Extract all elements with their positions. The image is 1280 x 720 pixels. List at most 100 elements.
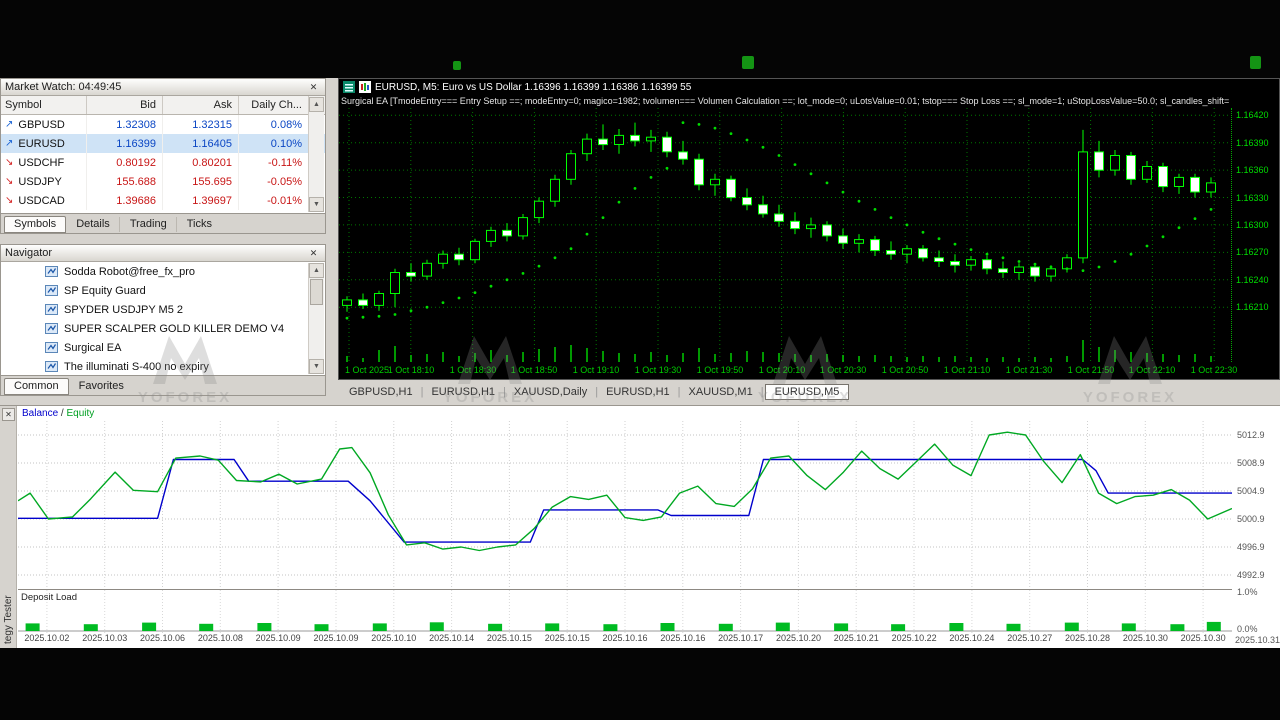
logo-mark-icon — [453, 61, 461, 70]
market-watch-titlebar[interactable]: Market Watch: 04:49:45 ✕ — [1, 79, 325, 96]
time-tick-label: 1 Oct 20:10 — [758, 365, 806, 375]
balance-equity-chart[interactable] — [17, 421, 1233, 589]
expert-advisor-icon — [45, 304, 58, 315]
deposit-tick-label: 0.0% — [1237, 624, 1258, 634]
chart-icon — [359, 81, 371, 93]
tester-date-label: 2025.10.20 — [775, 633, 821, 643]
symbol-name: GBPUSD — [18, 118, 65, 131]
tester-value-axis: 5012.9 5008.9 5004.9 5000.9 4996.9 4992.9 1.0%… — [1233, 406, 1280, 648]
market-watch-row-usdjpy[interactable]: ↘ USDJPY 155.688 155.695 -0.05% — [1, 172, 325, 191]
ea-parameters-line: Surgical EA [TmodeEntry=== Entry Setup =… — [341, 96, 1230, 106]
deposit-tick-label: 1.0% — [1237, 587, 1258, 597]
tab-trading[interactable]: Trading — [121, 216, 177, 232]
chart-tab-4-xauusd-m1[interactable]: XAUUSD,M1 — [682, 385, 760, 399]
scrollbar-thumb[interactable] — [310, 279, 323, 305]
ask-value: 1.16405 — [163, 134, 239, 153]
price-tick-label: 1.16360 — [1236, 165, 1269, 175]
navigator-item-spyder-usdjpy-m5-2[interactable]: SPYDER USDJPY M5 2 — [1, 300, 325, 319]
price-tick-label: 1.16210 — [1236, 302, 1269, 312]
market-watch-row-eurusd[interactable]: ↗ EURUSD 1.16399 1.16405 0.10% — [1, 134, 325, 153]
time-tick-label: 1 Oct 20:30 — [819, 365, 867, 375]
tester-date-label: 2025.10.02 — [24, 633, 70, 643]
time-tick-label: 1 Oct 19:10 — [572, 365, 620, 375]
deposit-load-chart[interactable]: Deposit Load — [18, 589, 1232, 634]
time-tick-label: 1 Oct 21:30 — [1005, 365, 1053, 375]
price-scale[interactable]: 1.16420 1.16390 1.16360 1.16330 1.16300 1.162… — [1231, 108, 1279, 362]
chart-tab-5-eurusd-m5[interactable]: EURUSD,M5 — [764, 384, 850, 400]
column-header-ask[interactable]: Ask — [163, 96, 239, 114]
tester-value-label: 5000.9 — [1237, 514, 1265, 524]
time-tick-label: 1 Oct 18:30 — [449, 365, 497, 375]
chart-tab-0-gbpusd-h1[interactable]: GBPUSD,H1 — [342, 385, 420, 399]
tester-date-label: 2025.10.24 — [949, 633, 995, 643]
column-header-bid[interactable]: Bid — [87, 96, 163, 114]
scroll-up-icon[interactable]: ▲ — [309, 97, 324, 112]
time-tick-label: 1 Oct 18:10 — [387, 365, 435, 375]
ask-value: 0.80201 — [163, 153, 239, 172]
bid-value: 1.32308 — [87, 115, 163, 134]
scroll-down-icon[interactable]: ▼ — [309, 197, 324, 212]
symbol-name: EURUSD — [18, 137, 65, 150]
navigator-item-sodda-robot-free-fx-pro[interactable]: Sodda Robot@free_fx_pro — [1, 262, 325, 281]
navigator-item-super-scalper-gold-killer-demo-v4[interactable]: SUPER SCALPER GOLD KILLER DEMO V4 — [1, 319, 325, 338]
market-watch-row-usdchf[interactable]: ↘ USDCHF 0.80192 0.80201 -0.11% — [1, 153, 325, 172]
close-icon[interactable]: ✕ — [306, 247, 321, 260]
tester-date-label: 2025.10.09 — [255, 633, 301, 643]
application-window: Market Watch: 04:49:45 ✕ Symbol Bid Ask … — [0, 0, 1280, 720]
up-arrow-icon: ↗ — [5, 138, 14, 149]
column-header-change[interactable]: Daily Ch... — [239, 96, 309, 114]
price-tick-label: 1.16270 — [1236, 247, 1269, 257]
column-header-symbol[interactable]: Symbol — [1, 96, 87, 114]
candlestick-chart[interactable] — [339, 108, 1231, 362]
close-icon[interactable]: ✕ — [306, 81, 321, 94]
market-watch-row-usdcad[interactable]: ↘ USDCAD 1.39686 1.39697 -0.01% — [1, 191, 325, 210]
tester-date-label: 2025.10.21 — [833, 633, 879, 643]
chart-tab-1-eurusd-h1[interactable]: EURUSD,H1 — [424, 385, 502, 399]
navigator-title: Navigator — [5, 247, 53, 259]
tester-date-label: 2025.10.30 — [1122, 633, 1168, 643]
market-watch-scrollbar[interactable]: ▲ ▼ — [308, 97, 324, 212]
navigator-titlebar[interactable]: Navigator ✕ — [1, 245, 325, 262]
tab-favorites[interactable]: Favorites — [70, 379, 133, 394]
down-arrow-icon: ↘ — [5, 195, 14, 206]
symbol-name: USDJPY — [18, 175, 62, 188]
time-axis[interactable]: 1 Oct 2025 1 Oct 18:10 1 Oct 18:30 1 Oct 18… — [339, 362, 1237, 379]
ask-value: 1.32315 — [163, 115, 239, 134]
tab-common[interactable]: Common — [4, 377, 69, 395]
strategy-tester-panel: ✕ tegy Tester Balance / Equity 5012.9 500… — [0, 405, 1280, 648]
tester-value-label: 5004.9 — [1237, 486, 1265, 496]
market-watch-row-gbpusd[interactable]: ↗ GBPUSD 1.32308 1.32315 0.08% — [1, 115, 325, 134]
navigator-scrollbar[interactable]: ▲ ▼ — [308, 263, 324, 374]
navigator-item-label: Surgical EA — [64, 341, 122, 354]
ask-value: 1.39697 — [163, 191, 239, 210]
tester-vertical-label[interactable]: tegy Tester — [3, 595, 14, 644]
close-icon[interactable]: ✕ — [2, 408, 15, 421]
tester-date-label: 2025.10.27 — [1007, 633, 1053, 643]
tab-symbols[interactable]: Symbols — [4, 215, 67, 233]
chart-tab-2-xauusd-daily[interactable]: XAUUSD,Daily — [507, 385, 594, 399]
chart-tab-3-eurusd-h1[interactable]: EURUSD,H1 — [599, 385, 677, 399]
navigator-item-label: SUPER SCALPER GOLD KILLER DEMO V4 — [64, 322, 285, 335]
tab-ticks[interactable]: Ticks — [178, 217, 221, 232]
chart-tab-bar: GBPUSD,H1 | EURUSD,H1 | XAUUSD,Daily | EURUSD,… — [338, 382, 1280, 402]
tester-date-label: 2025.10.16 — [660, 633, 706, 643]
chart-title: EURUSD, M5: Euro vs US Dollar 1.16396 1.… — [375, 81, 692, 93]
bid-value: 155.688 — [87, 172, 163, 191]
market-watch-panel: Market Watch: 04:49:45 ✕ Symbol Bid Ask … — [0, 78, 326, 234]
time-tick-label: 1 Oct 18:50 — [510, 365, 558, 375]
tab-details[interactable]: Details — [67, 216, 120, 232]
tester-value-label: 4996.9 — [1237, 542, 1265, 552]
scroll-up-icon[interactable]: ▲ — [309, 263, 324, 278]
symbol-name: USDCHF — [18, 156, 65, 169]
scroll-down-icon[interactable]: ▼ — [309, 359, 324, 374]
logo-mark-icon — [1250, 56, 1261, 69]
tester-value-label: 4992.9 — [1237, 570, 1265, 580]
time-tick-label: 1 Oct 19:30 — [634, 365, 682, 375]
navigator-item-sp-equity-guard[interactable]: SP Equity Guard — [1, 281, 325, 300]
tester-date-label: 2025.10.08 — [197, 633, 243, 643]
navigator-list: Sodda Robot@free_fx_pro SP Equity Guard SP… — [1, 262, 325, 376]
navigator-item-the-illuminati-s-400-no-expiry[interactable]: The illuminati S-400 no expiry — [1, 357, 325, 376]
chart-titlebar[interactable]: EURUSD, M5: Euro vs US Dollar 1.16396 1.… — [339, 79, 1279, 95]
tester-final-date: 2025.10.31 — [1235, 635, 1280, 645]
navigator-item-surgical-ea[interactable]: Surgical EA — [1, 338, 325, 357]
